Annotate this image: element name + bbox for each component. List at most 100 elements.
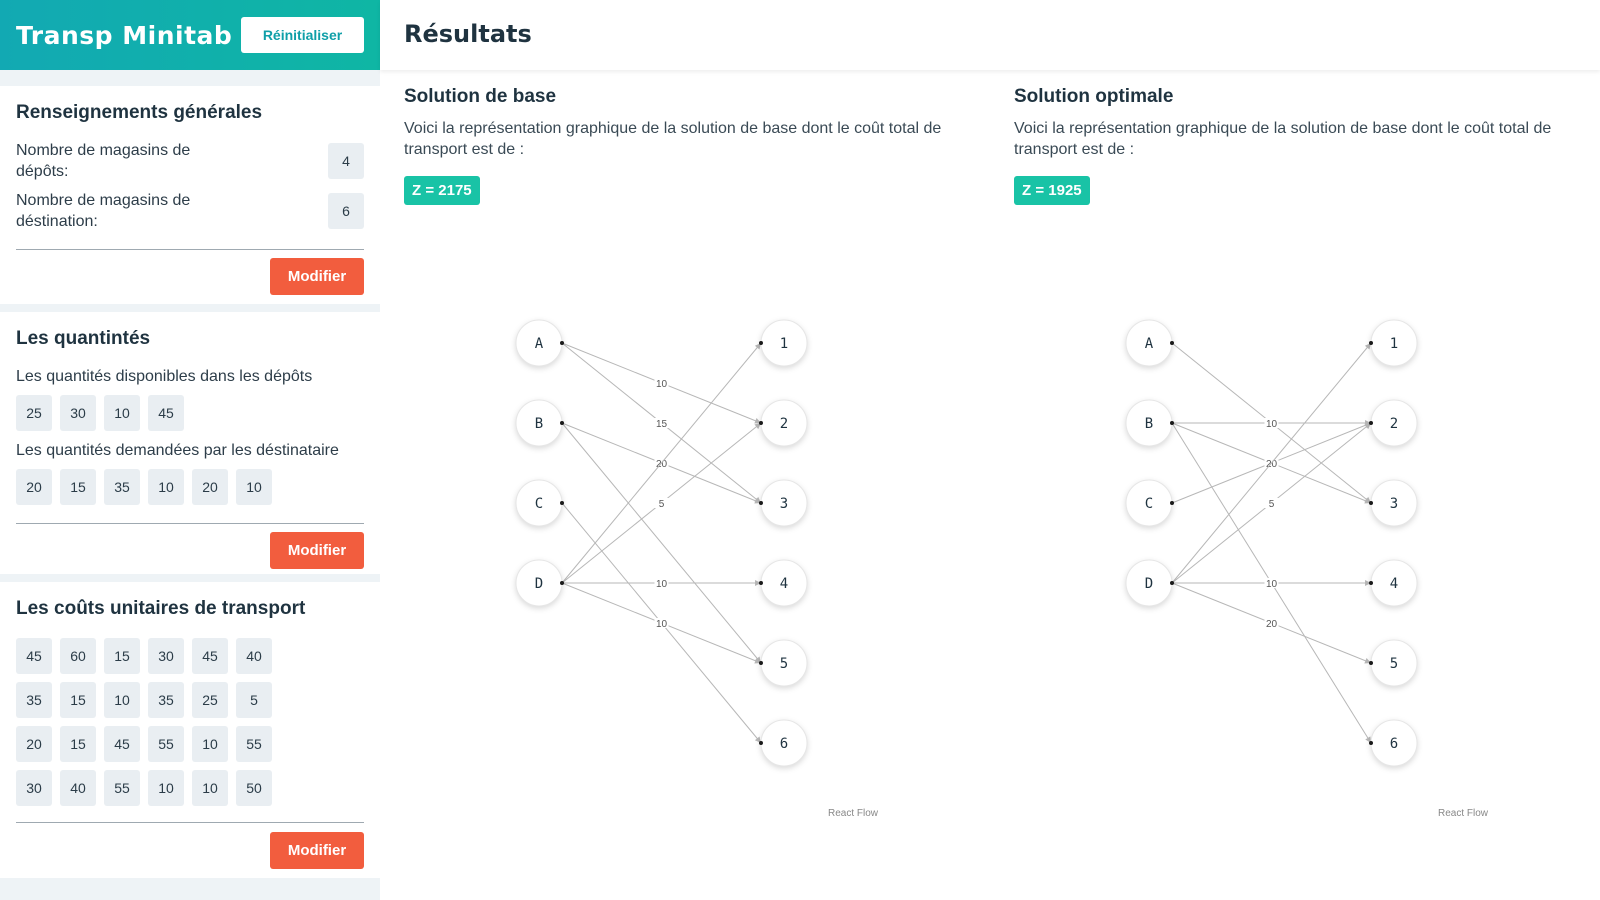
optimal-source-node-D[interactable]: D [1125, 559, 1174, 607]
cost-cell[interactable]: 35 [16, 682, 52, 718]
base-node-handle[interactable] [759, 581, 763, 585]
cost-cell[interactable]: 45 [104, 726, 140, 762]
cost-cell[interactable]: 35 [148, 682, 184, 718]
divider [16, 523, 364, 524]
cost-cell[interactable]: 30 [16, 770, 52, 806]
base-node-label: 5 [780, 656, 788, 672]
demanded-qty-1[interactable]: 20 [16, 469, 52, 505]
base-source-node-B[interactable]: B [515, 399, 564, 447]
cost-cell[interactable]: 40 [60, 770, 96, 806]
demanded-qty-6[interactable]: 10 [236, 469, 272, 505]
cost-cell[interactable]: 15 [60, 726, 96, 762]
cost-cell[interactable]: 45 [16, 638, 52, 674]
modify-costs-button[interactable]: Modifier [270, 832, 364, 869]
available-qty-2[interactable]: 30 [60, 395, 96, 431]
optimal-node-label: 4 [1390, 576, 1398, 592]
optimal-node-handle[interactable] [1170, 341, 1174, 345]
costs-card: Les coûts unitaires de transport 45 60 15 3… [0, 582, 380, 878]
optimal-target-node-5[interactable]: 5 [1369, 639, 1418, 687]
optimal-target-node-3[interactable]: 3 [1369, 479, 1418, 527]
modify-general-button[interactable]: Modifier [270, 258, 364, 295]
base-source-node-C[interactable]: C [515, 479, 564, 527]
cost-cell[interactable]: 45 [192, 638, 228, 674]
base-node-handle[interactable] [560, 581, 564, 585]
optimal-node-handle[interactable] [1369, 581, 1373, 585]
base-target-node-5[interactable]: 5 [759, 639, 808, 687]
optimal-node-handle[interactable] [1369, 741, 1373, 745]
optimal-node-handle[interactable] [1369, 341, 1373, 345]
cost-cell[interactable]: 10 [148, 770, 184, 806]
base-cost-badge: Z = 2175 [404, 176, 480, 205]
demanded-qty-4[interactable]: 10 [148, 469, 184, 505]
cost-cell[interactable]: 15 [104, 638, 140, 674]
optimal-edge-D-1[interactable] [1171, 342, 1372, 584]
optimal-source-node-C[interactable]: C [1125, 479, 1174, 527]
cost-cell[interactable]: 55 [104, 770, 140, 806]
cost-cell[interactable]: 10 [192, 770, 228, 806]
available-qty-4[interactable]: 45 [148, 395, 184, 431]
optimal-target-node-1[interactable]: 1 [1369, 319, 1418, 367]
destinations-count-field[interactable]: 6 [328, 193, 364, 229]
cost-cell[interactable]: 40 [236, 638, 272, 674]
base-node-handle[interactable] [759, 661, 763, 665]
optimal-edge-label: 10 [1266, 419, 1278, 430]
base-node-handle[interactable] [560, 421, 564, 425]
optimal-node-handle[interactable] [1369, 421, 1373, 425]
optimal-node-handle[interactable] [1170, 421, 1174, 425]
base-target-node-6[interactable]: 6 [759, 719, 808, 767]
depots-count-label: Nombre de magasins de dépôts: [16, 142, 191, 180]
optimal-node-handle[interactable] [1170, 581, 1174, 585]
quantities-card: Les quantintés Les quantités disponibles… [0, 312, 380, 574]
cost-cell[interactable]: 55 [148, 726, 184, 762]
reset-button[interactable]: Réinitialiser [241, 17, 364, 53]
base-attribution[interactable]: React Flow [828, 808, 879, 819]
demanded-qty-3[interactable]: 35 [104, 469, 140, 505]
base-node-handle[interactable] [759, 341, 763, 345]
demanded-qty-5[interactable]: 20 [192, 469, 228, 505]
results-header: Résultats [380, 0, 1600, 70]
results-area: Résultats Solution de base Voici la repr… [380, 0, 1600, 900]
base-node-handle[interactable] [759, 421, 763, 425]
cost-cell[interactable]: 20 [16, 726, 52, 762]
base-source-node-D[interactable]: D [515, 559, 564, 607]
optimal-node-handle[interactable] [1170, 501, 1174, 505]
general-info-card: Renseignements générales Nombre de magas… [0, 86, 380, 304]
demanded-qty-2[interactable]: 15 [60, 469, 96, 505]
cost-cell[interactable]: 60 [60, 638, 96, 674]
base-target-node-4[interactable]: 4 [759, 559, 808, 607]
cost-cell[interactable]: 25 [192, 682, 228, 718]
optimal-node-handle[interactable] [1369, 661, 1373, 665]
modify-quantities-button[interactable]: Modifier [270, 532, 364, 569]
cost-cell[interactable]: 10 [192, 726, 228, 762]
cost-cell[interactable]: 5 [236, 682, 272, 718]
optimal-edge-label: 5 [1269, 499, 1275, 510]
optimal-node-handle[interactable] [1369, 501, 1373, 505]
base-node-handle[interactable] [560, 501, 564, 505]
base-node-handle[interactable] [759, 501, 763, 505]
base-source-node-A[interactable]: A [515, 319, 564, 367]
cost-cell[interactable]: 10 [104, 682, 140, 718]
divider [16, 822, 364, 823]
base-target-node-3[interactable]: 3 [759, 479, 808, 527]
optimal-target-node-4[interactable]: 4 [1369, 559, 1418, 607]
optimal-solution-description: Voici la représentation graphique de la … [1014, 120, 1552, 158]
base-target-node-2[interactable]: 2 [759, 399, 808, 447]
available-qty-1[interactable]: 25 [16, 395, 52, 431]
base-target-node-1[interactable]: 1 [759, 319, 808, 367]
depots-count-field[interactable]: 4 [328, 143, 364, 179]
optimal-target-node-6[interactable]: 6 [1369, 719, 1418, 767]
cost-cell[interactable]: 15 [60, 682, 96, 718]
base-flow-graph[interactable]: 10 15 20 5 10 10 A B C D 1 2 3 4 5 6 React Flow [404, 226, 974, 826]
cost-cell[interactable]: 55 [236, 726, 272, 762]
cost-cell[interactable]: 30 [148, 638, 184, 674]
cost-cell[interactable]: 50 [236, 770, 272, 806]
base-node-handle[interactable] [560, 341, 564, 345]
available-qty-3[interactable]: 10 [104, 395, 140, 431]
optimal-node-label: 6 [1390, 736, 1398, 752]
base-node-handle[interactable] [759, 741, 763, 745]
optimal-source-node-B[interactable]: B [1125, 399, 1174, 447]
optimal-flow-graph[interactable]: 1010102051020ABCD123456React Flow [1014, 226, 1584, 826]
optimal-source-node-A[interactable]: A [1125, 319, 1174, 367]
optimal-target-node-2[interactable]: 2 [1369, 399, 1418, 447]
optimal-attribution[interactable]: React Flow [1438, 808, 1489, 819]
